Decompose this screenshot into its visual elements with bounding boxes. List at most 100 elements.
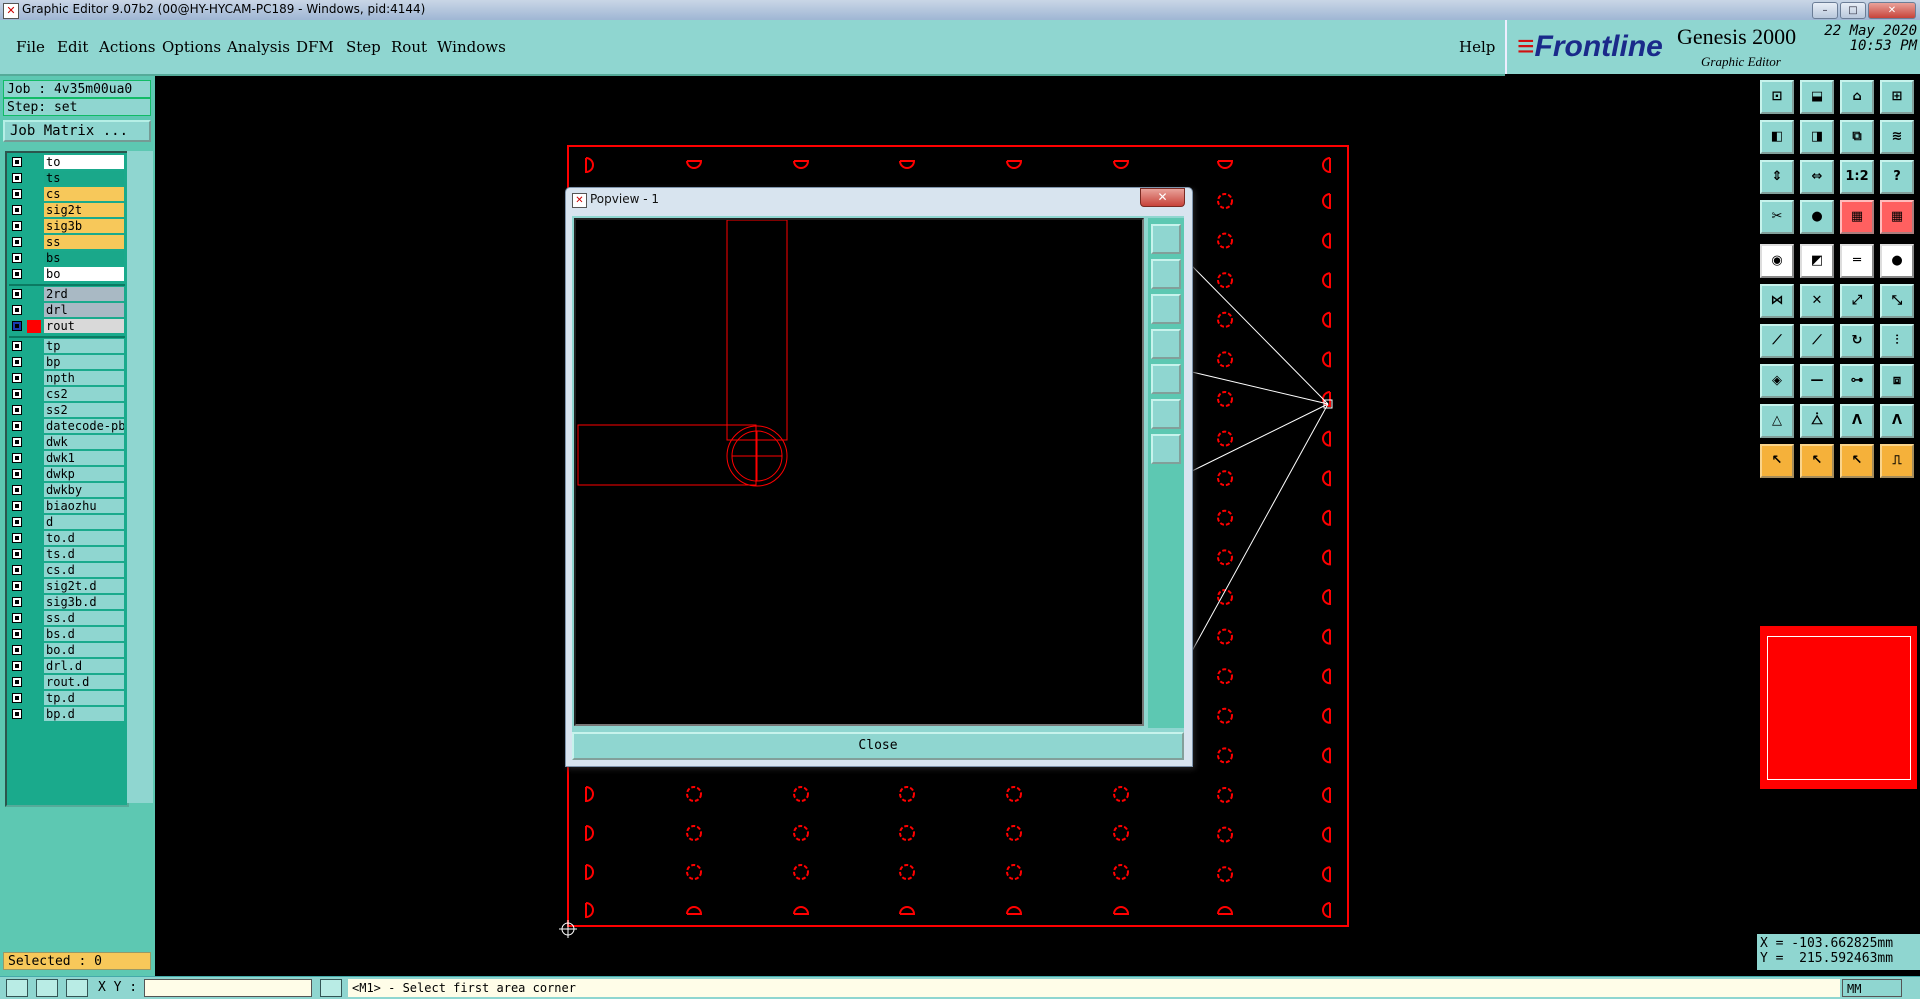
- layer-row-to[interactable]: to: [9, 155, 125, 170]
- layer-checkbox[interactable]: [12, 321, 22, 331]
- break-line-icon[interactable]: ⤡: [1880, 284, 1914, 318]
- select-mode-icon[interactable]: [6, 979, 28, 997]
- layer-checkbox[interactable]: [12, 613, 22, 623]
- layer-row-ss[interactable]: ss: [9, 235, 125, 250]
- popview-close-button[interactable]: Close: [572, 732, 1184, 760]
- layer-checkbox[interactable]: [12, 485, 22, 495]
- pause-icon[interactable]: [320, 979, 342, 997]
- layer-row-d[interactable]: d: [9, 515, 125, 530]
- layer-checkbox[interactable]: [12, 373, 22, 383]
- dash-icon[interactable]: —: [1800, 364, 1834, 398]
- pan-icon[interactable]: ≋: [1880, 120, 1914, 154]
- select-icon[interactable]: ↖: [1760, 444, 1794, 478]
- layer-checkbox[interactable]: [12, 693, 22, 703]
- split-icon[interactable]: ⫶: [1880, 324, 1914, 358]
- layer-checkbox[interactable]: [12, 289, 22, 299]
- layer-row-rout.d[interactable]: rout.d: [9, 675, 125, 690]
- route-b-icon[interactable]: Λ: [1880, 404, 1914, 438]
- layer-checkbox[interactable]: [12, 501, 22, 511]
- layer-row-bs[interactable]: bs: [9, 251, 125, 266]
- layer-checkbox[interactable]: [12, 677, 22, 687]
- layer-row-ss2[interactable]: ss2: [9, 403, 125, 418]
- select-rotate-icon[interactable]: ↖: [1840, 444, 1874, 478]
- layer-row-ts.d[interactable]: ts.d: [9, 547, 125, 562]
- layer-checkbox[interactable]: [12, 629, 22, 639]
- pan-left-icon[interactable]: ◧: [1760, 120, 1794, 154]
- layer-row-bs.d[interactable]: bs.d: [9, 627, 125, 642]
- xy-input[interactable]: [144, 979, 312, 997]
- draw-line-icon[interactable]: ⟋: [1760, 324, 1794, 358]
- zoom-home-icon[interactable]: ⊡: [1760, 80, 1794, 114]
- layer-checkbox[interactable]: [12, 269, 22, 279]
- layer-row-cs.d[interactable]: cs.d: [9, 563, 125, 578]
- layer-row-cs2[interactable]: cs2: [9, 387, 125, 402]
- layer-checkbox[interactable]: [12, 421, 22, 431]
- layer-checkbox[interactable]: [12, 645, 22, 655]
- layer-row-tp.d[interactable]: tp.d: [9, 691, 125, 706]
- layer-checkbox[interactable]: [12, 597, 22, 607]
- layer-checkbox[interactable]: [12, 437, 22, 447]
- pan-right-icon[interactable]: ◨: [1800, 120, 1834, 154]
- connect-icon[interactable]: ⋈: [1760, 284, 1794, 318]
- add-line-icon[interactable]: ◩: [1800, 244, 1834, 278]
- menu-help[interactable]: Help: [1459, 38, 1495, 56]
- window-split-icon[interactable]: ⊞: [1880, 80, 1914, 114]
- ruler-icon[interactable]: ═: [1840, 244, 1874, 278]
- minimize-button[interactable]: –: [1812, 2, 1838, 19]
- zoom-window-icon[interactable]: ⧉: [1840, 120, 1874, 154]
- window-title-bar[interactable]: ✕ Graphic Editor 9.07b2 (00@HY-HYCAM-PC1…: [0, 0, 1920, 21]
- layer-row-drl.d[interactable]: drl.d: [9, 659, 125, 674]
- layer-row-ts[interactable]: ts: [9, 171, 125, 186]
- layer-row-2rd[interactable]: 2rd: [9, 287, 125, 302]
- layer-checkbox[interactable]: [12, 157, 22, 167]
- menu-edit[interactable]: Edit: [57, 38, 88, 56]
- pv-zoom-window-icon[interactable]: [1151, 434, 1181, 464]
- layer-row-ss.d[interactable]: ss.d: [9, 611, 125, 626]
- layer-checkbox[interactable]: [12, 237, 22, 247]
- layer-list-scrollbar[interactable]: [127, 151, 153, 803]
- popview-canvas[interactable]: [574, 218, 1144, 726]
- layer-checkbox[interactable]: [12, 221, 22, 231]
- menu-options[interactable]: Options: [162, 38, 221, 56]
- layer-checkbox[interactable]: [12, 189, 22, 199]
- layer-row-cs[interactable]: cs: [9, 187, 125, 202]
- layer-checkbox[interactable]: [12, 357, 22, 367]
- layer-row-bp.d[interactable]: bp.d: [9, 707, 125, 722]
- copy-icon[interactable]: ⧈: [1880, 364, 1914, 398]
- layer-row-rout[interactable]: rout: [9, 319, 125, 334]
- layer-checkbox[interactable]: [12, 405, 22, 415]
- pv-zoom-out-icon[interactable]: [1151, 294, 1181, 324]
- layer-checkbox[interactable]: [12, 533, 22, 543]
- units-selector[interactable]: MM: [1842, 979, 1902, 997]
- layer-checkbox[interactable]: [12, 517, 22, 527]
- layer-row-bo.d[interactable]: bo.d: [9, 643, 125, 658]
- layer-row-dwkp[interactable]: dwkp: [9, 467, 125, 482]
- popview-close-x-button[interactable]: ✕: [1140, 188, 1185, 207]
- layer-checkbox[interactable]: [12, 469, 22, 479]
- layer-row-sig2t.d[interactable]: sig2t.d: [9, 579, 125, 594]
- layer-row-sig3b.d[interactable]: sig3b.d: [9, 595, 125, 610]
- layer-checkbox[interactable]: [12, 661, 22, 671]
- menu-windows[interactable]: Windows: [437, 38, 506, 56]
- grid-mode-icon[interactable]: [66, 979, 88, 997]
- menu-actions[interactable]: Actions: [99, 38, 155, 56]
- layer-row-dwk[interactable]: dwk: [9, 435, 125, 450]
- menu-rout[interactable]: Rout: [391, 38, 427, 56]
- layer-row-dwkby[interactable]: dwkby: [9, 483, 125, 498]
- add-feature-icon[interactable]: ◈: [1760, 364, 1794, 398]
- layer-row-biaozhu[interactable]: biaozhu: [9, 499, 125, 514]
- layer-checkbox[interactable]: [12, 253, 22, 263]
- menu-file[interactable]: File: [16, 38, 45, 56]
- layer-compare-icon[interactable]: ▦: [1840, 200, 1874, 234]
- arc-icon[interactable]: ↻: [1840, 324, 1874, 358]
- draw-line-red-icon[interactable]: ⟋: [1800, 324, 1834, 358]
- layer-row-bo[interactable]: bo: [9, 267, 125, 282]
- layer-row-drl[interactable]: drl: [9, 303, 125, 318]
- pv-zoom-in-icon[interactable]: [1151, 259, 1181, 289]
- zoom-in-icon[interactable]: ⬓: [1800, 80, 1834, 114]
- layer-checkbox[interactable]: [12, 565, 22, 575]
- layer-row-tp[interactable]: tp: [9, 339, 125, 354]
- resize-icon[interactable]: ⊶: [1840, 364, 1874, 398]
- layer-row-sig3b[interactable]: sig3b: [9, 219, 125, 234]
- layer-toggle-icon[interactable]: ▦: [1880, 200, 1914, 234]
